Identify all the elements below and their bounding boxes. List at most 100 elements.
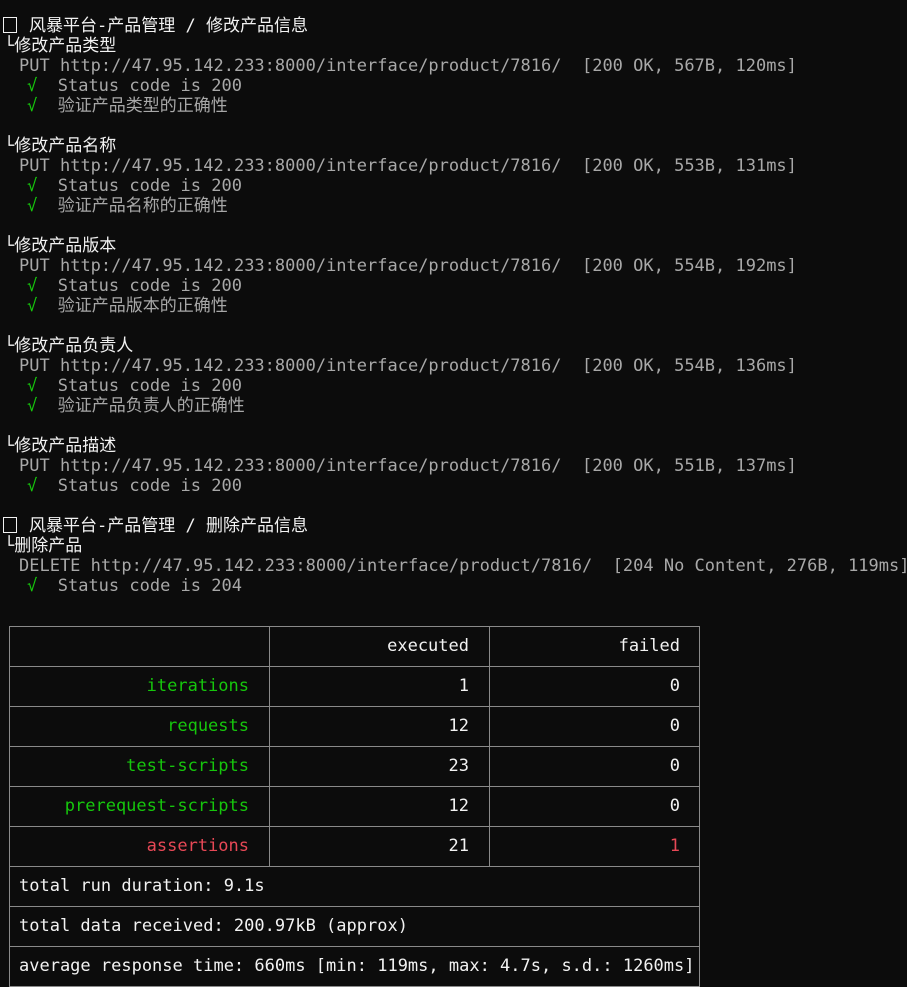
row-label: prerequest-scripts — [64, 796, 249, 816]
test-name: 验证产品类型的正确性 — [57, 96, 228, 116]
check-icon: √ — [27, 176, 38, 196]
test-result: √ Status code is 200 — [27, 476, 242, 496]
row-failed: 0 — [669, 756, 680, 776]
table-left-border — [9, 626, 10, 986]
request-name: └修改产品类型 — [4, 36, 116, 56]
row-failed: 1 — [669, 836, 680, 856]
test-name: Status code is 200 — [57, 76, 242, 96]
request-result: [200 OK, 553B, 131ms] — [581, 156, 797, 176]
collection-header: 风暴平台-产品管理 / 修改产品信息 — [0, 16, 308, 36]
table-row: iterations 1 0 — [9, 666, 700, 707]
table-right-border — [699, 626, 700, 986]
check-icon: √ — [27, 476, 38, 496]
test-name: Status code is 200 — [57, 476, 242, 496]
request-url: http://47.95.142.233:8000/interface/prod… — [59, 456, 562, 476]
request-name: └修改产品负责人 — [4, 336, 133, 356]
row-failed: 0 — [669, 716, 680, 736]
request-line: PUT http://47.95.142.233:8000/interface/… — [19, 156, 797, 176]
request-title: 删除产品 — [14, 536, 83, 556]
request-line: PUT http://47.95.142.233:8000/interface/… — [19, 456, 797, 476]
row-executed: 12 — [448, 716, 469, 736]
request-line: PUT http://47.95.142.233:8000/interface/… — [19, 256, 797, 276]
request-name: └修改产品名称 — [4, 136, 116, 156]
request-title: 修改产品版本 — [14, 236, 117, 256]
tree-branch-icon: └ — [4, 236, 15, 256]
collection-title: 风暴平台-产品管理 / 删除产品信息 — [29, 516, 308, 536]
request-name: └修改产品版本 — [4, 236, 116, 256]
total-run-duration: total run duration: 9.1s — [19, 876, 265, 896]
tree-branch-icon: └ — [4, 136, 15, 156]
test-result: √ 验证产品名称的正确性 — [27, 196, 228, 216]
test-result: √ Status code is 200 — [27, 376, 242, 396]
test-name: 验证产品负责人的正确性 — [57, 396, 245, 416]
test-result: √ 验证产品版本的正确性 — [27, 296, 228, 316]
request-title: 修改产品描述 — [14, 436, 117, 456]
request-result: [200 OK, 567B, 120ms] — [581, 56, 797, 76]
table-row: test-scripts 23 0 — [9, 746, 700, 787]
request-url: http://47.95.142.233:8000/interface/prod… — [59, 56, 562, 76]
check-icon: √ — [27, 296, 38, 316]
test-name: Status code is 200 — [57, 176, 242, 196]
request-method: PUT — [19, 56, 50, 76]
request-name: └删除产品 — [4, 536, 82, 556]
request-url: http://47.95.142.233:8000/interface/prod… — [59, 156, 562, 176]
request-line: PUT http://47.95.142.233:8000/interface/… — [19, 56, 797, 76]
request-url: http://47.95.142.233:8000/interface/prod… — [59, 256, 562, 276]
request-method: PUT — [19, 156, 50, 176]
row-executed: 21 — [448, 836, 469, 856]
table-row: assertions 21 1 — [9, 826, 700, 867]
row-label: iterations — [146, 676, 249, 696]
average-response-time: average response time: 660ms [min: 119ms… — [19, 956, 695, 976]
request-method: DELETE — [19, 556, 81, 576]
row-label: assertions — [146, 836, 249, 856]
table-column-divider — [489, 626, 490, 866]
check-icon: √ — [27, 96, 38, 116]
total-data-received: total data received: 200.97kB (approx) — [19, 916, 408, 936]
tree-branch-icon: └ — [4, 536, 15, 556]
header-label-cell — [9, 626, 269, 666]
collection-header: 风暴平台-产品管理 / 删除产品信息 — [0, 516, 308, 536]
test-name: Status code is 200 — [57, 276, 242, 296]
request-line: PUT http://47.95.142.233:8000/interface/… — [19, 356, 797, 376]
table-row: requests 12 0 — [9, 706, 700, 747]
header-failed: failed — [618, 636, 680, 656]
tree-branch-icon: └ — [4, 436, 15, 456]
request-name: └修改产品描述 — [4, 436, 116, 456]
table-column-divider — [269, 626, 270, 866]
request-title: 修改产品类型 — [14, 36, 117, 56]
table-header-row: executed failed — [9, 626, 700, 667]
row-failed: 0 — [669, 796, 680, 816]
test-name: Status code is 200 — [57, 376, 242, 396]
row-failed: 0 — [669, 676, 680, 696]
check-icon: √ — [27, 196, 38, 216]
request-method: PUT — [19, 456, 50, 476]
row-label: requests — [167, 716, 249, 736]
row-executed: 23 — [448, 756, 469, 776]
test-name: 验证产品版本的正确性 — [57, 296, 228, 316]
request-title: 修改产品负责人 — [14, 336, 134, 356]
request-result: [200 OK, 554B, 136ms] — [581, 356, 797, 376]
row-label: test-scripts — [126, 756, 249, 776]
row-executed: 12 — [448, 796, 469, 816]
test-result: √ Status code is 204 — [27, 576, 242, 596]
tree-branch-icon: └ — [4, 336, 15, 356]
request-url: http://47.95.142.233:8000/interface/prod… — [59, 356, 562, 376]
check-icon: √ — [27, 76, 38, 96]
row-executed: 1 — [458, 676, 469, 696]
request-title: 修改产品名称 — [14, 136, 117, 156]
table-row: prerequest-scripts 12 0 — [9, 786, 700, 827]
request-method: PUT — [19, 256, 50, 276]
test-result: √ Status code is 200 — [27, 176, 242, 196]
request-result: [200 OK, 554B, 192ms] — [581, 256, 797, 276]
test-result: √ Status code is 200 — [27, 76, 242, 96]
check-icon: √ — [27, 396, 38, 416]
test-result: √ 验证产品类型的正确性 — [27, 96, 228, 116]
test-name: Status code is 204 — [57, 576, 242, 596]
folder-box-icon — [3, 517, 17, 533]
request-url: http://47.95.142.233:8000/interface/prod… — [90, 556, 593, 576]
test-result: √ Status code is 200 — [27, 276, 242, 296]
collection-title: 风暴平台-产品管理 / 修改产品信息 — [29, 16, 308, 36]
tree-branch-icon: └ — [4, 36, 15, 56]
request-line: DELETE http://47.95.142.233:8000/interfa… — [19, 556, 907, 576]
check-icon: √ — [27, 376, 38, 396]
